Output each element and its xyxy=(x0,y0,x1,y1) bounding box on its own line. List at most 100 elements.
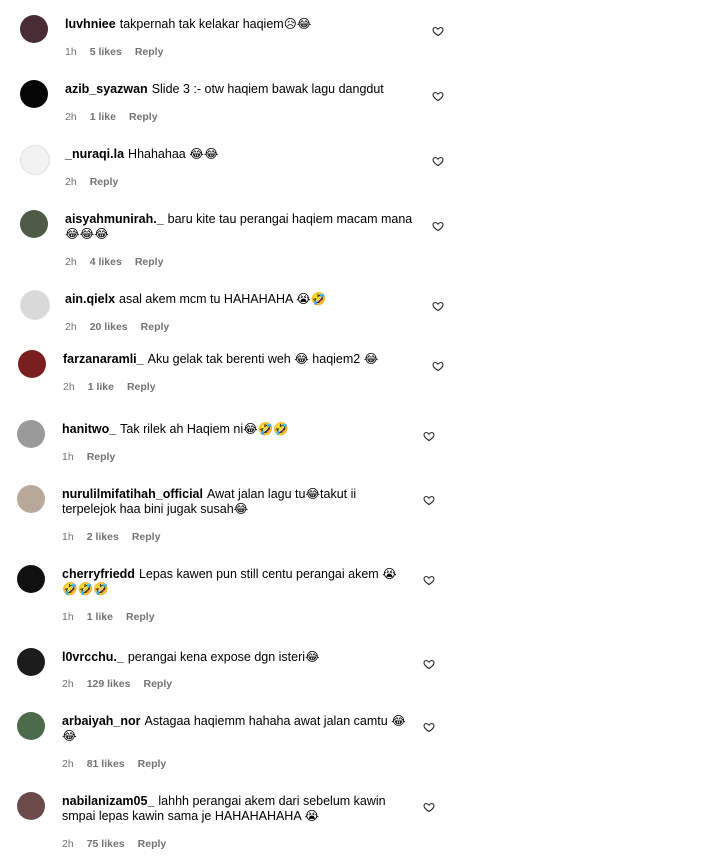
comment-likes[interactable]: 1 like xyxy=(87,611,113,623)
comment-time: 2h xyxy=(62,838,74,850)
comment-likes[interactable]: 75 likes xyxy=(87,838,125,850)
heart-icon[interactable] xyxy=(432,154,444,167)
comment-text-block: aisyahmunirah._ baru kite tau perangai ha… xyxy=(65,212,415,242)
comment-text-block: nabilanizam05_ lahhh perangai akem dari s… xyxy=(62,794,412,824)
comment-text-block: _nuraqi.la Hhahahaa 😂😂 xyxy=(65,147,415,162)
avatar[interactable] xyxy=(17,485,45,513)
reply-button[interactable]: Reply xyxy=(87,451,116,463)
comment-time: 1h xyxy=(62,531,74,543)
comment-text-block: nurulilmifatihah_official Awat jalan lagu… xyxy=(62,487,412,517)
comment-text-block: arbaiyah_nor Astagaa haqiemm hahaha awat … xyxy=(62,714,412,744)
comment-username[interactable]: azib_syazwan xyxy=(65,82,148,96)
comment-meta: 2h 4 likes Reply xyxy=(65,256,176,268)
comment-text-block: l0vrcchu._ perangai kena expose dgn ister… xyxy=(62,650,412,665)
comment-likes[interactable]: 81 likes xyxy=(87,758,125,770)
reply-button[interactable]: Reply xyxy=(127,381,156,393)
comment-time: 2h xyxy=(65,176,77,188)
comment-meta: 1h Reply xyxy=(62,451,128,463)
heart-icon[interactable] xyxy=(423,657,435,670)
comment-username[interactable]: _nuraqi.la xyxy=(65,147,124,161)
comment-time: 1h xyxy=(62,451,74,463)
comment-meta: 2h Reply xyxy=(65,176,131,188)
avatar[interactable] xyxy=(18,350,46,378)
comment-username[interactable]: luvhniee xyxy=(65,17,116,31)
comment-meta: 1h 1 like Reply xyxy=(62,611,168,623)
comment-text-block: azib_syazwan Slide 3 :- otw haqiem bawak … xyxy=(65,82,415,97)
comment-time: 1h xyxy=(65,46,77,58)
comment-time: 2h xyxy=(62,758,74,770)
comment-text-block: ain.qielx asal akem mcm tu HAHAHAHA 😭🤣 xyxy=(65,292,415,307)
avatar[interactable] xyxy=(17,712,45,740)
heart-icon[interactable] xyxy=(432,359,444,372)
comment-meta: 1h 5 likes Reply xyxy=(65,46,176,58)
heart-icon[interactable] xyxy=(432,219,444,232)
heart-icon[interactable] xyxy=(423,800,435,813)
comment-likes[interactable]: 4 likes xyxy=(90,256,122,268)
avatar[interactable] xyxy=(20,15,48,43)
comment-time: 2h xyxy=(65,111,77,123)
reply-button[interactable]: Reply xyxy=(141,321,170,333)
comment-text: Hhahahaa 😂😂 xyxy=(128,147,219,161)
comment-meta: 2h 81 likes Reply xyxy=(62,758,179,770)
comment-text-block: cherryfriedd Lepas kawen pun still centu … xyxy=(62,567,412,597)
comment-text: asal akem mcm tu HAHAHAHA 😭🤣 xyxy=(119,292,327,306)
heart-icon[interactable] xyxy=(423,493,435,506)
heart-icon[interactable] xyxy=(432,24,444,37)
avatar[interactable] xyxy=(17,565,45,593)
comment-username[interactable]: l0vrcchu._ xyxy=(62,650,124,664)
comment-text: takpernah tak kelakar haqiem😥😂 xyxy=(119,17,312,31)
comment-text: perangai kena expose dgn isteri😂 xyxy=(127,650,320,664)
heart-icon[interactable] xyxy=(432,299,444,312)
reply-button[interactable]: Reply xyxy=(138,758,167,770)
comment-username[interactable]: hanitwo_ xyxy=(62,422,116,436)
comment-likes[interactable]: 2 likes xyxy=(87,531,119,543)
comment-time: 2h xyxy=(65,256,77,268)
heart-icon[interactable] xyxy=(423,429,435,442)
avatar[interactable] xyxy=(17,648,45,676)
avatar[interactable] xyxy=(20,145,50,175)
comment-text-block: hanitwo_ Tak rilek ah Haqiem ni😂🤣🤣 xyxy=(62,422,412,437)
comment-username[interactable]: farzanaramli_ xyxy=(63,352,144,366)
comment-likes[interactable]: 1 like xyxy=(88,381,114,393)
avatar[interactable] xyxy=(17,792,45,820)
comment-username[interactable]: nurulilmifatihah_official xyxy=(62,487,203,501)
comment-text: Slide 3 :- otw haqiem bawak lagu dangdut xyxy=(151,82,384,96)
reply-button[interactable]: Reply xyxy=(138,838,167,850)
avatar[interactable] xyxy=(20,80,48,108)
comment-text-block: farzanaramli_ Aku gelak tak berenti weh 😂… xyxy=(63,352,413,367)
avatar[interactable] xyxy=(20,210,48,238)
comment-meta: 2h 75 likes Reply xyxy=(62,838,179,850)
comment-username[interactable]: ain.qielx xyxy=(65,292,115,306)
comment-meta: 2h 1 like Reply xyxy=(65,111,171,123)
comment-meta: 1h 2 likes Reply xyxy=(62,531,173,543)
reply-button[interactable]: Reply xyxy=(132,531,161,543)
reply-button[interactable]: Reply xyxy=(126,611,155,623)
comment-text: Aku gelak tak berenti weh 😂 haqiem2 😂 xyxy=(147,352,379,366)
comment-meta: 2h 129 likes Reply xyxy=(62,678,185,690)
comment-username[interactable]: aisyahmunirah._ xyxy=(65,212,164,226)
comment-username[interactable]: nabilanizam05_ xyxy=(62,794,154,808)
heart-icon[interactable] xyxy=(423,720,435,733)
comment-likes[interactable]: 1 like xyxy=(90,111,116,123)
comment-time: 2h xyxy=(63,381,75,393)
comment-meta: 2h 20 likes Reply xyxy=(65,321,182,333)
comment-username[interactable]: cherryfriedd xyxy=(62,567,135,581)
avatar[interactable] xyxy=(20,290,50,320)
avatar[interactable] xyxy=(17,420,45,448)
comment-username[interactable]: arbaiyah_nor xyxy=(62,714,141,728)
reply-button[interactable]: Reply xyxy=(135,46,164,58)
comment-time: 2h xyxy=(62,678,74,690)
heart-icon[interactable] xyxy=(423,573,435,586)
reply-button[interactable]: Reply xyxy=(143,678,172,690)
reply-button[interactable]: Reply xyxy=(90,176,119,188)
comment-likes[interactable]: 5 likes xyxy=(90,46,122,58)
comment-likes[interactable]: 20 likes xyxy=(90,321,128,333)
reply-button[interactable]: Reply xyxy=(135,256,164,268)
comment-text: Tak rilek ah Haqiem ni😂🤣🤣 xyxy=(120,422,289,436)
heart-icon[interactable] xyxy=(432,89,444,102)
comment-text-block: luvhniee takpernah tak kelakar haqiem😥😂 xyxy=(65,17,415,32)
comment-likes[interactable]: 129 likes xyxy=(87,678,131,690)
reply-button[interactable]: Reply xyxy=(129,111,158,123)
comment-time: 1h xyxy=(62,611,74,623)
comment-time: 2h xyxy=(65,321,77,333)
